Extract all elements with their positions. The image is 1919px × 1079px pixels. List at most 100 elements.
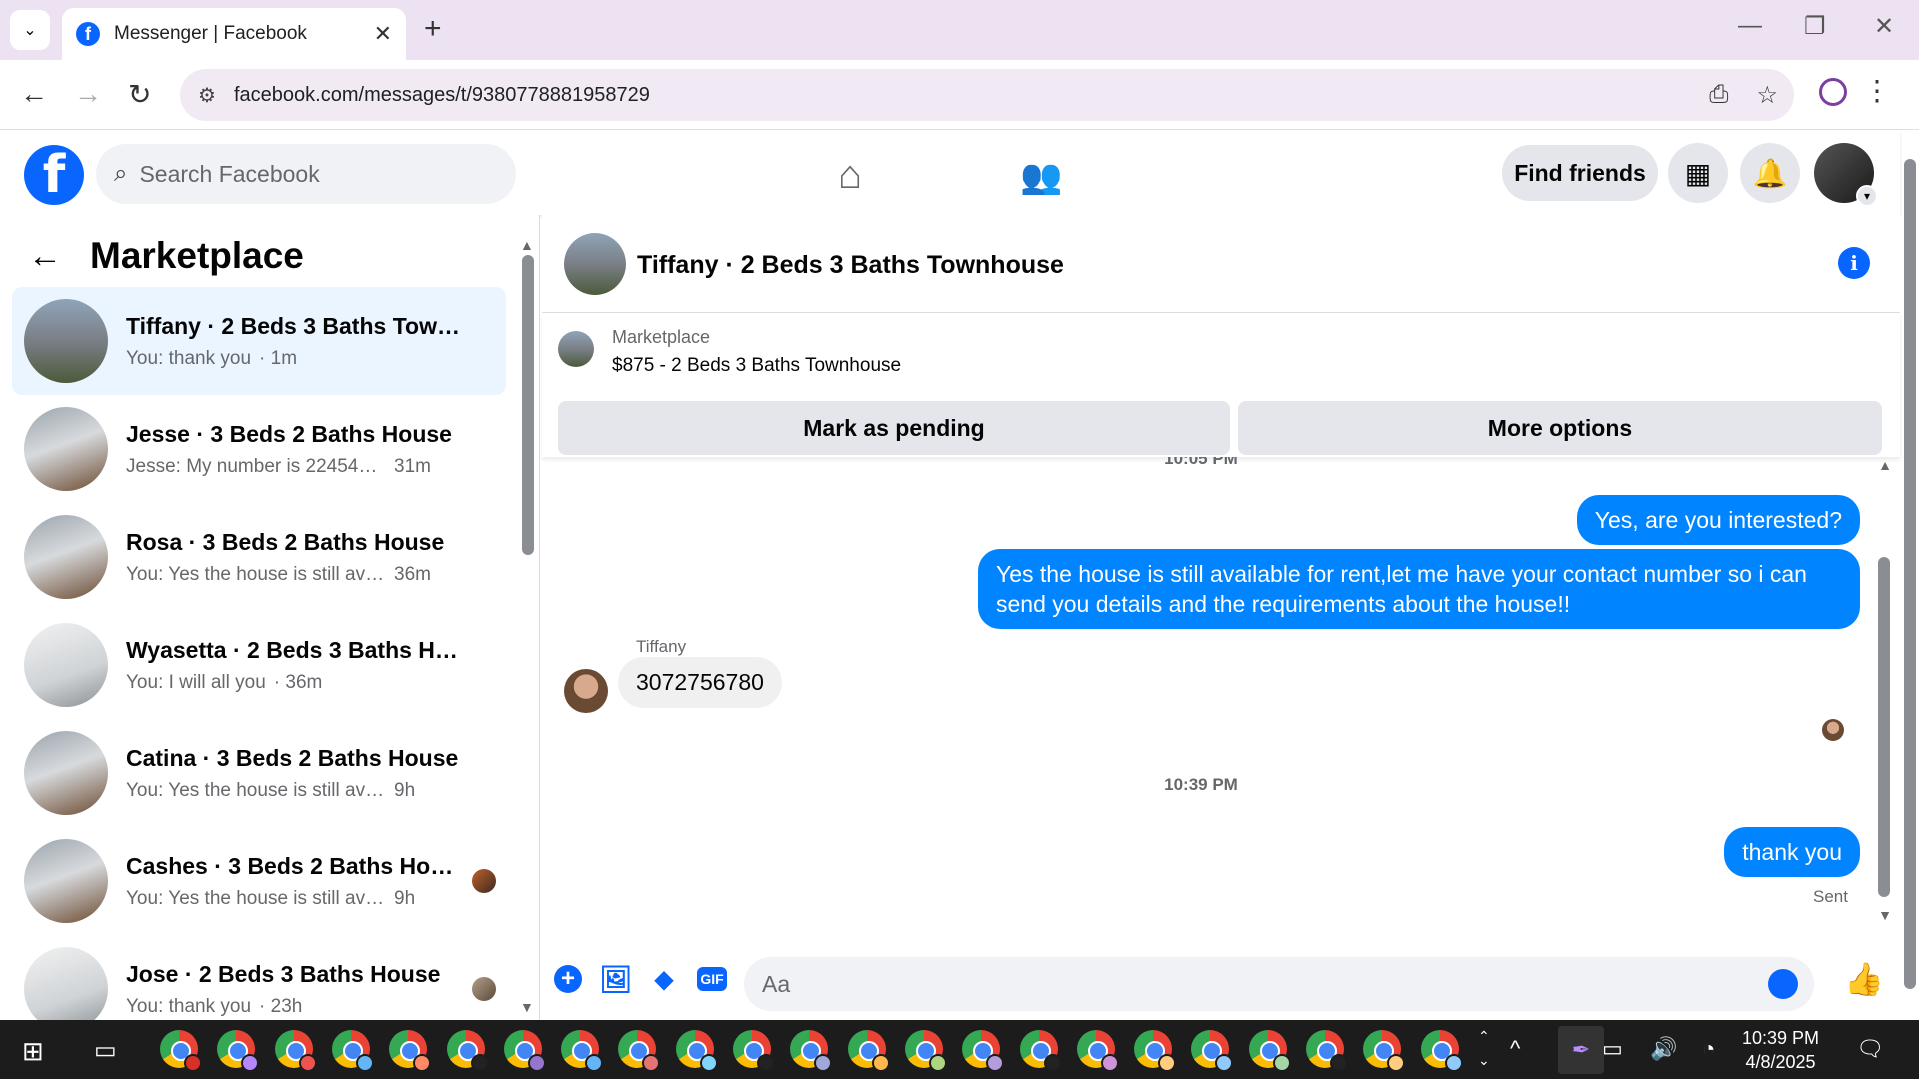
conversation-item-tiffany[interactable]: Tiffany · 2 Beds 3 Baths Townho... You: …: [12, 287, 506, 395]
windows-start-icon[interactable]: ⊞: [22, 1036, 44, 1067]
chrome-profile-icon[interactable]: [217, 1030, 260, 1072]
chrome-profile-icon[interactable]: [1019, 1030, 1062, 1072]
chrome-profile-icon[interactable]: [675, 1030, 718, 1072]
network-icon[interactable]: ◔: [1702, 1036, 1715, 1062]
gif-icon[interactable]: GIF: [696, 963, 728, 995]
plus-icon[interactable]: +: [552, 963, 584, 995]
scroll-up-icon[interactable]: ▲: [1878, 457, 1892, 473]
info-icon[interactable]: i: [1838, 247, 1870, 279]
back-icon[interactable]: ←: [20, 78, 48, 110]
close-tab-icon[interactable]: ✕: [374, 21, 392, 47]
conversation-item-jesse[interactable]: Jesse · 3 Beds 2 Baths House Jesse: My n…: [12, 395, 506, 503]
chrome-profile-icon[interactable]: [1248, 1030, 1291, 1072]
conversation-item-wyasetta[interactable]: Wyasetta · 2 Beds 3 Baths House You: I w…: [12, 611, 506, 719]
close-window-icon[interactable]: ✕: [1874, 12, 1894, 41]
browser-profile-icon[interactable]: [1819, 78, 1847, 106]
address-bar[interactable]: ⚙ facebook.com/messages/t/93807788819587…: [180, 69, 1794, 121]
back-arrow-icon[interactable]: ←: [28, 237, 62, 276]
marketplace-label: Marketplace: [612, 327, 711, 347]
notification-center-icon[interactable]: 🗨: [1856, 1036, 1884, 1062]
conversation-item-cashes[interactable]: Cashes · 3 Beds 2 Baths House You: Yes t…: [12, 827, 506, 935]
conversation-item-catina[interactable]: Catina · 3 Beds 2 Baths House You: Yes t…: [12, 719, 506, 827]
chrome-profile-icon[interactable]: [962, 1030, 1005, 1072]
chrome-profile-icon[interactable]: [331, 1030, 374, 1072]
find-friends-button[interactable]: Find friends: [1502, 145, 1658, 201]
chrome-profile-icon[interactable]: [1363, 1030, 1406, 1072]
chrome-profile-icon[interactable]: [847, 1030, 890, 1072]
pane-title: Marketplace: [90, 235, 304, 276]
reload-icon[interactable]: ↻: [128, 78, 151, 111]
chrome-profile-icon[interactable]: [561, 1030, 604, 1072]
minimize-icon[interactable]: —: [1738, 12, 1762, 40]
listing-thumbnail[interactable]: [558, 331, 594, 367]
browser-tab[interactable]: f Messenger | Facebook ✕: [62, 8, 406, 60]
mark-as-pending-button[interactable]: Mark as pending: [558, 401, 1230, 455]
battery-icon[interactable]: ▭: [1602, 1036, 1623, 1062]
conversation-list-scrollbar[interactable]: [522, 255, 534, 555]
bookmark-star-icon[interactable]: ☆: [1756, 81, 1778, 110]
message-input[interactable]: Aa: [744, 957, 1814, 1011]
more-options-button[interactable]: More options: [1238, 401, 1882, 455]
chrome-profile-icon[interactable]: [618, 1030, 661, 1072]
tab-search-button[interactable]: ⌄: [10, 10, 50, 50]
friends-icon[interactable]: 👥: [1020, 157, 1062, 197]
chrome-profile-icon[interactable]: [1076, 1030, 1119, 1072]
browser-menu-icon[interactable]: ⋮: [1863, 74, 1891, 107]
install-app-icon[interactable]: ⎙: [1709, 81, 1728, 110]
facebook-search-input[interactable]: ⌕ Search Facebook: [96, 144, 516, 204]
chat-scrollbar[interactable]: [1878, 557, 1890, 897]
outgoing-message[interactable]: thank you: [1724, 827, 1860, 877]
notifications-bell-icon[interactable]: 🔔: [1740, 143, 1800, 203]
emoji-icon[interactable]: [1768, 969, 1798, 999]
home-icon[interactable]: ⌂: [838, 153, 862, 198]
chrome-profile-icon[interactable]: [160, 1030, 202, 1072]
profile-badge-icon: [298, 1054, 317, 1072]
chrome-profile-icon[interactable]: [790, 1030, 833, 1072]
page-scrollbar[interactable]: [1902, 131, 1919, 1020]
scroll-up-icon[interactable]: ▲: [520, 237, 534, 253]
task-view-icon[interactable]: ▭: [94, 1036, 117, 1065]
profile-badge-icon: [1387, 1054, 1406, 1072]
forward-icon[interactable]: →: [74, 78, 102, 110]
show-hidden-icons-icon[interactable]: ^: [1510, 1036, 1520, 1062]
like-thumb-icon[interactable]: 👍: [1844, 961, 1884, 997]
chrome-profile-icon[interactable]: [274, 1030, 317, 1072]
chat-avatar[interactable]: [564, 233, 626, 295]
message-input-placeholder: Aa: [762, 970, 791, 997]
facebook-logo-icon[interactable]: f: [24, 145, 84, 205]
sender-avatar[interactable]: [564, 669, 608, 713]
conversation-time: 31m: [394, 455, 431, 477]
profile-badge-icon: [642, 1054, 661, 1072]
chrome-profile-icon[interactable]: [1191, 1030, 1234, 1072]
conversation-preview: You: Yes the house is still available f.…: [126, 779, 386, 801]
chrome-profile-icon[interactable]: [1134, 1030, 1177, 1072]
chrome-profile-icon[interactable]: [503, 1030, 546, 1072]
chrome-profile-icon[interactable]: [389, 1030, 432, 1072]
sticker-icon[interactable]: ◆: [648, 963, 680, 995]
photo-icon[interactable]: 🖼: [600, 963, 633, 995]
pen-app-icon[interactable]: ✒: [1558, 1026, 1604, 1074]
conversation-item-jose[interactable]: Jose · 2 Beds 3 Baths House You: thank y…: [12, 935, 506, 1020]
restore-icon[interactable]: ❐: [1804, 12, 1826, 41]
listing-title[interactable]: $875 - 2 Beds 3 Baths Townhouse: [612, 355, 901, 377]
chrome-profile-icon[interactable]: [446, 1030, 489, 1072]
chrome-profile-icon[interactable]: [733, 1030, 775, 1072]
account-avatar[interactable]: ▾: [1814, 143, 1878, 207]
chat-title[interactable]: Tiffany · 2 Beds 3 Baths Townhouse: [637, 251, 1064, 280]
outgoing-message[interactable]: Yes, are you interested?: [1576, 495, 1860, 545]
chrome-profile-icon[interactable]: [904, 1030, 947, 1072]
new-tab-button[interactable]: +: [424, 12, 442, 46]
page-scrollbar-thumb[interactable]: [1904, 159, 1916, 989]
outgoing-message[interactable]: Yes the house is still available for ren…: [978, 549, 1860, 629]
menu-grid-icon[interactable]: ▦: [1668, 143, 1728, 203]
incoming-message[interactable]: 3072756780: [618, 657, 782, 708]
taskbar-scroll-icon[interactable]: ⌃ ⌄: [1478, 1024, 1490, 1072]
chrome-profile-icon[interactable]: [1420, 1030, 1463, 1072]
conversation-item-rosa[interactable]: Rosa · 3 Beds 2 Baths House You: Yes the…: [12, 503, 506, 611]
volume-icon[interactable]: 🔊: [1650, 1036, 1677, 1062]
scroll-down-icon[interactable]: ▼: [1878, 907, 1892, 923]
taskbar-clock[interactable]: 10:39 PM 4/8/2025: [1742, 1026, 1819, 1074]
scroll-down-icon[interactable]: ▼: [520, 999, 534, 1015]
chrome-profile-icon[interactable]: [1306, 1030, 1348, 1072]
site-info-icon[interactable]: ⚙: [198, 83, 216, 108]
